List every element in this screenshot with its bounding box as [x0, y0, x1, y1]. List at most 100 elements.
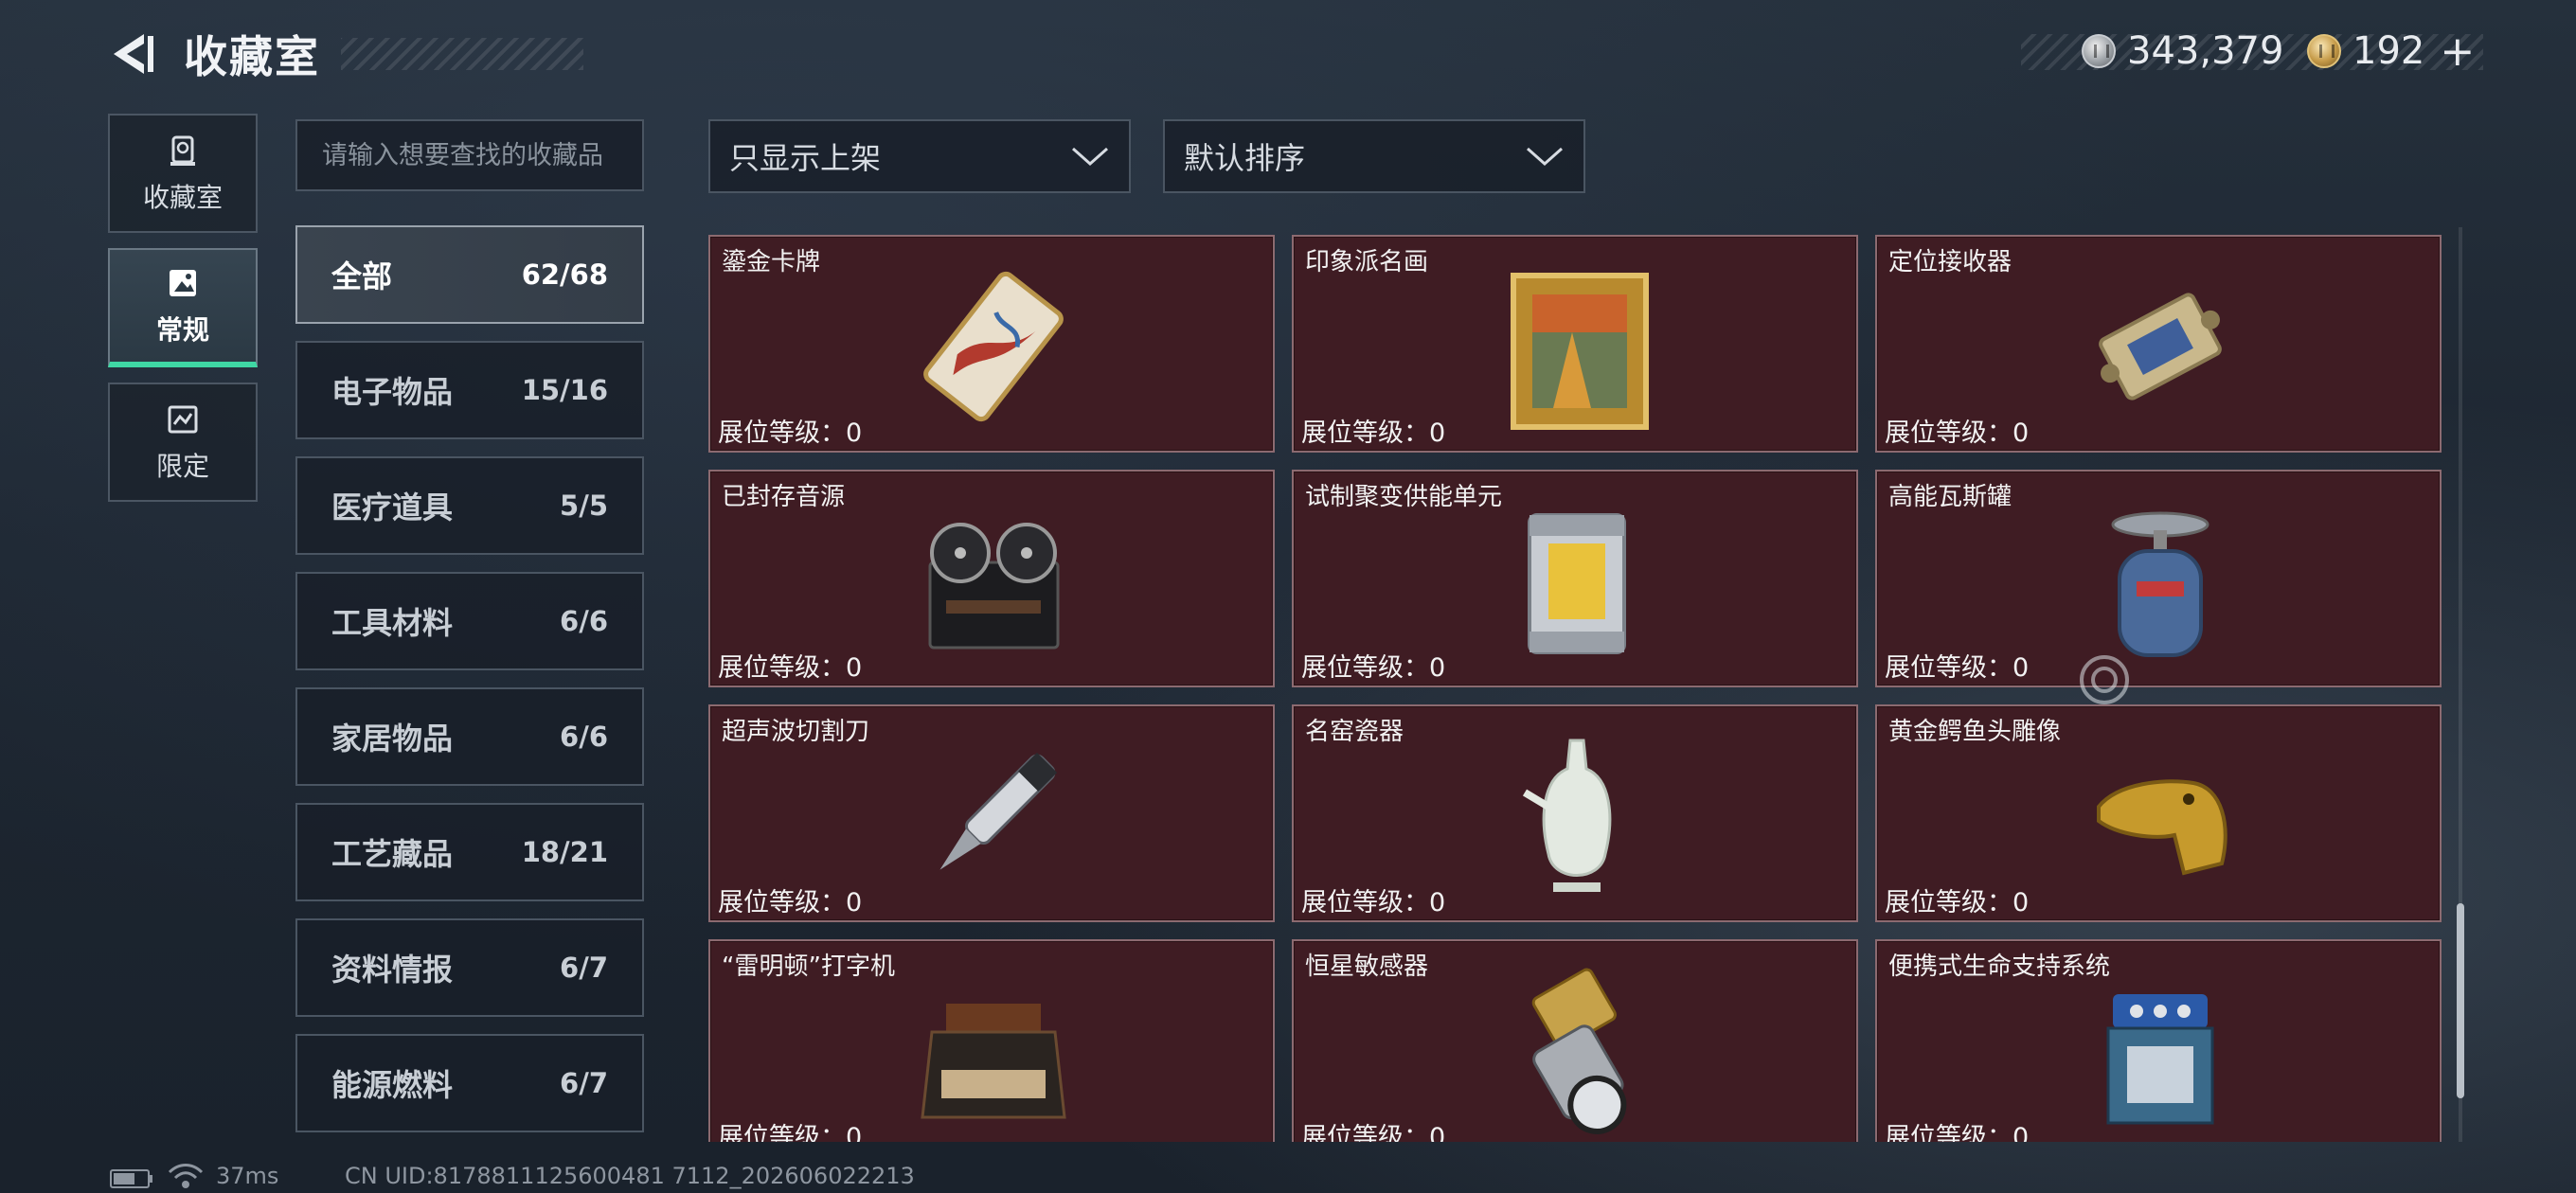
category-count: 18/21: [521, 836, 608, 868]
item-name: “雷明顿”打字机: [722, 953, 895, 981]
category-household[interactable]: 家居物品 6/6: [295, 687, 644, 786]
uid-readout: CN UID:8178811125600481 7112_20260602221…: [345, 1163, 915, 1189]
gas-canister-icon: [2111, 511, 2209, 657]
gold-currency: 192 +: [2307, 27, 2475, 76]
item-name: 名窑瓷器: [1305, 718, 1404, 746]
item-name: 高能瓦斯罐: [1888, 483, 2012, 511]
category-count: 6/6: [560, 721, 608, 753]
special-icon: [168, 405, 198, 434]
category-medical[interactable]: 医疗道具 5/5: [295, 456, 644, 555]
category-label: 能源燃料: [331, 1067, 454, 1103]
item-card-life-support[interactable]: 便携式生命支持系统 展位等级：0: [1875, 939, 2442, 1142]
silver-amount: 343,379: [2127, 29, 2284, 73]
star-sensor-icon: [1531, 968, 1627, 1134]
ultrasonic-knife-icon: [939, 752, 1058, 870]
wifi-icon: [168, 1164, 204, 1188]
item-level: 展位等级：0: [718, 1123, 863, 1142]
shelf-filter-dropdown[interactable]: 只显示上架: [708, 119, 1131, 193]
item-level: 展位等级：0: [718, 653, 863, 683]
item-level: 展位等级：0: [1301, 1123, 1446, 1142]
item-level: 展位等级：0: [1885, 418, 2030, 448]
locator-receiver-icon: [2099, 293, 2222, 401]
trophy-icon: [170, 135, 195, 166]
item-name: 已封存音源: [722, 483, 846, 511]
scrollbar-thumb[interactable]: [2457, 903, 2464, 1098]
item-level: 展位等级：0: [1301, 888, 1446, 917]
category-label: 资料情报: [331, 952, 454, 988]
category-tools[interactable]: 工具材料 6/6: [295, 572, 644, 670]
add-currency-button[interactable]: +: [2440, 27, 2475, 76]
typewriter-icon: [921, 1004, 1066, 1119]
chevron-down-icon: [1072, 147, 1108, 167]
category-all[interactable]: 全部 62/68: [295, 225, 644, 324]
category-label: 工艺藏品: [331, 836, 454, 872]
search-input[interactable]: [295, 119, 644, 191]
item-level: 展位等级：0: [718, 418, 863, 448]
gold-coin-icon: [2307, 34, 2341, 68]
category-label: 家居物品: [331, 721, 454, 757]
title-decoration: [341, 38, 583, 70]
target-ring-icon: [2080, 655, 2129, 704]
category-electronics[interactable]: 电子物品 15/16: [295, 341, 644, 439]
item-card-gilded-card[interactable]: 鎏金卡牌 展位等级：0: [708, 235, 1275, 453]
category-label: 工具材料: [331, 605, 454, 641]
category-count: 6/7: [560, 1067, 608, 1099]
ping-readout: 37ms: [216, 1163, 279, 1189]
mode-tab-label: 常规: [155, 314, 209, 346]
category-fuel[interactable]: 能源燃料 6/7: [295, 1034, 644, 1132]
mode-tab-collection-room[interactable]: 收藏室: [108, 114, 258, 233]
collection-grid: 鎏金卡牌 展位等级：0 印象派名画 展位等级：0 定位接收器 展位等级：0 已封…: [708, 235, 2442, 1142]
reel-tape-recorder-icon: [928, 523, 1060, 650]
mode-tab-limited[interactable]: 限定: [108, 383, 258, 502]
item-card-impressionist-painting[interactable]: 印象派名画 展位等级：0: [1292, 235, 1858, 453]
picture-icon: [170, 270, 196, 296]
item-card-gas-canister[interactable]: 高能瓦斯罐 展位等级：0: [1875, 470, 2442, 687]
fusion-power-unit-icon: [1528, 513, 1626, 654]
category-intel[interactable]: 资料情报 6/7: [295, 918, 644, 1017]
item-level: 展位等级：0: [718, 888, 863, 917]
item-name: 恒星敏感器: [1305, 953, 1429, 981]
item-card-star-sensor[interactable]: 恒星敏感器 展位等级：0: [1292, 939, 1858, 1142]
sort-order-label: 默认排序: [1184, 140, 1306, 176]
back-arrow-icon[interactable]: [106, 28, 157, 80]
chevron-down-icon: [1527, 147, 1563, 167]
item-card-golden-croc-head[interactable]: 黄金鳄鱼头雕像 展位等级：0: [1875, 704, 2442, 922]
sort-order-dropdown[interactable]: 默认排序: [1163, 119, 1585, 193]
item-card-fusion-unit[interactable]: 试制聚变供能单元 展位等级：0: [1292, 470, 1858, 687]
category-label: 医疗道具: [331, 490, 454, 525]
item-name: 鎏金卡牌: [722, 248, 821, 276]
item-name: 印象派名画: [1305, 248, 1429, 276]
shelf-filter-label: 只显示上架: [729, 140, 882, 176]
item-name: 便携式生命支持系统: [1888, 953, 2111, 981]
item-name: 超声波切割刀: [722, 718, 870, 746]
item-level: 展位等级：0: [1301, 418, 1446, 448]
category-label: 电子物品: [331, 374, 454, 410]
mode-tab-regular[interactable]: 常规: [108, 248, 258, 367]
mode-tab-label: 收藏室: [142, 182, 223, 213]
category-count: 15/16: [521, 374, 608, 406]
battery-icon: [110, 1169, 152, 1188]
item-name: 黄金鳄鱼头雕像: [1888, 718, 2062, 746]
page-title: 收藏室: [184, 31, 320, 82]
category-crafts[interactable]: 工艺藏品 18/21: [295, 803, 644, 901]
silver-coin-icon: [2082, 34, 2116, 68]
item-name: 试制聚变供能单元: [1305, 483, 1503, 511]
item-card-remington-typewriter[interactable]: “雷明顿”打字机 展位等级：0: [708, 939, 1275, 1142]
golden-crocodile-head-icon: [2097, 779, 2227, 876]
item-card-ultrasonic-knife[interactable]: 超声波切割刀 展位等级：0: [708, 704, 1275, 922]
category-count: 6/6: [560, 605, 608, 637]
category-count: 62/68: [521, 258, 608, 291]
category-label: 全部: [331, 258, 393, 294]
porcelain-ewer-icon: [1522, 739, 1612, 892]
silver-currency: 343,379: [2082, 28, 2283, 74]
mode-tab-label: 限定: [155, 451, 209, 482]
framed-painting-icon: [1511, 273, 1649, 430]
item-level: 展位等级：0: [1885, 653, 2030, 683]
gilded-card-icon: [923, 271, 1064, 422]
item-card-sealed-audio[interactable]: 已封存音源 展位等级：0: [708, 470, 1275, 687]
item-card-locator-receiver[interactable]: 定位接收器 展位等级：0: [1875, 235, 2442, 453]
item-level: 展位等级：0: [1885, 888, 2030, 917]
item-card-porcelain[interactable]: 名窑瓷器 展位等级：0: [1292, 704, 1858, 922]
item-name: 定位接收器: [1888, 248, 2012, 276]
category-count: 6/7: [560, 952, 608, 984]
